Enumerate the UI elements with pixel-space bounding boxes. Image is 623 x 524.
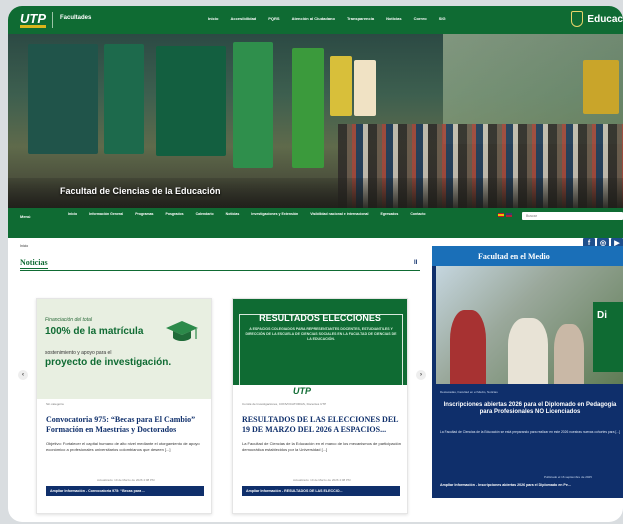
top-nav-transparencia[interactable]: Transparencia (347, 16, 374, 21)
sidebar-heading: Facultad en el Medio (432, 246, 623, 266)
top-nav-accesibilidad[interactable]: Accesibilidad (230, 16, 256, 21)
main-nav-calendario[interactable]: Calendario (196, 212, 214, 216)
carousel-next-button[interactable]: › (416, 370, 426, 380)
sidebar-date: Publicado el 16 septiembre de 2025 (544, 475, 592, 479)
search-input[interactable]: Buscar (522, 212, 623, 220)
diplomado-sign: Di (593, 302, 623, 372)
divider (20, 270, 420, 271)
image-text: sostenimiento y apoyo para el (45, 350, 112, 356)
main-nav-noticias[interactable]: Noticias (226, 212, 240, 216)
language-selector[interactable] (498, 213, 512, 217)
gov-logo[interactable]: Educac (571, 11, 623, 27)
read-more-button[interactable]: Ampliar Información - Convocatoria 975: … (46, 486, 204, 496)
breadcrumb[interactable]: Inicio (20, 244, 28, 248)
main-nav-posgrados[interactable]: Posgrados (165, 212, 183, 216)
english-flag-icon[interactable] (506, 213, 512, 217)
news-card-image[interactable]: RESULTADOS ELECCIONES A ESPACIOS COLEGIA… (233, 299, 407, 399)
news-card[interactable]: Financiación del total 100% de la matríc… (36, 298, 212, 514)
hero-image: Facultad de Ciencias de la Educación (8, 34, 623, 208)
news-card-category[interactable]: Sin categoría (46, 402, 64, 406)
top-nav-pqrs[interactable]: PQRS (268, 16, 279, 21)
hero-title: Facultad de Ciencias de la Educación (60, 186, 221, 196)
news-heading: Noticias (20, 258, 48, 269)
top-nav-inicio[interactable]: Inicio (208, 16, 218, 21)
top-nav: Inicio Accesibilidad PQRS Atención al Ci… (208, 16, 446, 21)
utp-logo: UTP (293, 386, 311, 396)
news-card-date: Actualizado: 19 de Marzo de 2026 4:08 PM (97, 478, 155, 482)
main-nav-egresados[interactable]: Egresados (380, 212, 398, 216)
top-nav-atencion[interactable]: Atención al Ciudadano (292, 16, 335, 21)
news-card-excerpt: Objetivo: Fortalecer el capital humano d… (46, 441, 200, 452)
sidebar-excerpt: La Facultad de Ciencias de la Educación … (440, 430, 620, 434)
image-text: A ESPACIOS COLEGIADOS PARA REPRESENTANTE… (245, 327, 397, 341)
main-nav-programas[interactable]: Programas (135, 212, 153, 216)
sidebar-feature: Facultad en el Medio Di Destacadas, Facu… (432, 246, 623, 498)
news-card-title[interactable]: Convocatoria 975: “Becas para El Cambio”… (46, 415, 206, 435)
sidebar-title[interactable]: Inscripciones abiertas 2026 para el Dipl… (440, 402, 620, 416)
news-card-excerpt: La Facultad de Ciencias de la Educación … (242, 441, 401, 452)
utp-logo[interactable]: UTP (20, 11, 48, 29)
top-bar: UTP Facultades Inicio Accesibilidad PQRS… (8, 6, 623, 34)
main-nav-investigaciones[interactable]: Investigaciones y Extensión (251, 212, 298, 216)
sidebar-read-more[interactable]: Ampliar Información - Inscripciones abie… (440, 483, 571, 487)
carousel-prev-button[interactable]: ‹ (18, 370, 28, 380)
top-nav-noticias[interactable]: Noticias (386, 16, 402, 21)
image-text: proyecto de investigación. (45, 357, 172, 368)
image-text: 100% de la matrícula (45, 326, 144, 337)
news-card-category[interactable]: Comité de Investigaciones, CONVOCATORIAS… (242, 402, 326, 406)
divider (52, 12, 53, 28)
top-nav-sig[interactable]: SIG (439, 16, 446, 21)
read-more-button[interactable]: Ampliar Información - RESULTADOS DE LAS … (242, 486, 400, 496)
shield-icon (571, 11, 584, 27)
news-card-title[interactable]: RESULTADOS DE LAS ELECCIONES DEL 19 DE M… (242, 415, 402, 435)
news-card[interactable]: RESULTADOS ELECCIONES A ESPACIOS COLEGIA… (232, 298, 408, 514)
top-nav-correo[interactable]: Correo (414, 16, 427, 21)
main-nav-inicio[interactable]: Inicio (68, 212, 77, 216)
main-nav-visibilidad[interactable]: Visibilidad nacional e internacional (310, 212, 368, 216)
image-text: Financiación del total (45, 317, 92, 323)
news-card-date: Actualizado: 19 de Marzo de 2026 4:08 PM (293, 478, 351, 482)
graduation-cap-icon (166, 321, 198, 341)
news-card-image[interactable]: Financiación del total 100% de la matríc… (37, 299, 211, 399)
site-title[interactable]: Facultades (60, 15, 91, 21)
image-text: RESULTADOS ELECCIONES (259, 313, 381, 323)
pause-icon[interactable]: II (414, 260, 417, 266)
gov-label: Educac (587, 13, 623, 25)
main-nav: Menú Inicio Información General Programa… (8, 208, 623, 238)
main-nav-info-general[interactable]: Información General (89, 212, 123, 216)
spanish-flag-icon[interactable] (498, 213, 504, 217)
sidebar-photo[interactable]: Di (436, 266, 623, 384)
main-nav-contacto[interactable]: Contacto (410, 212, 425, 216)
browser-page: UTP Facultades Inicio Accesibilidad PQRS… (8, 6, 623, 522)
menu-toggle[interactable]: Menú (20, 214, 30, 219)
sidebar-tags[interactable]: Destacadas, Facultad en el Medio, Notici… (440, 390, 498, 394)
